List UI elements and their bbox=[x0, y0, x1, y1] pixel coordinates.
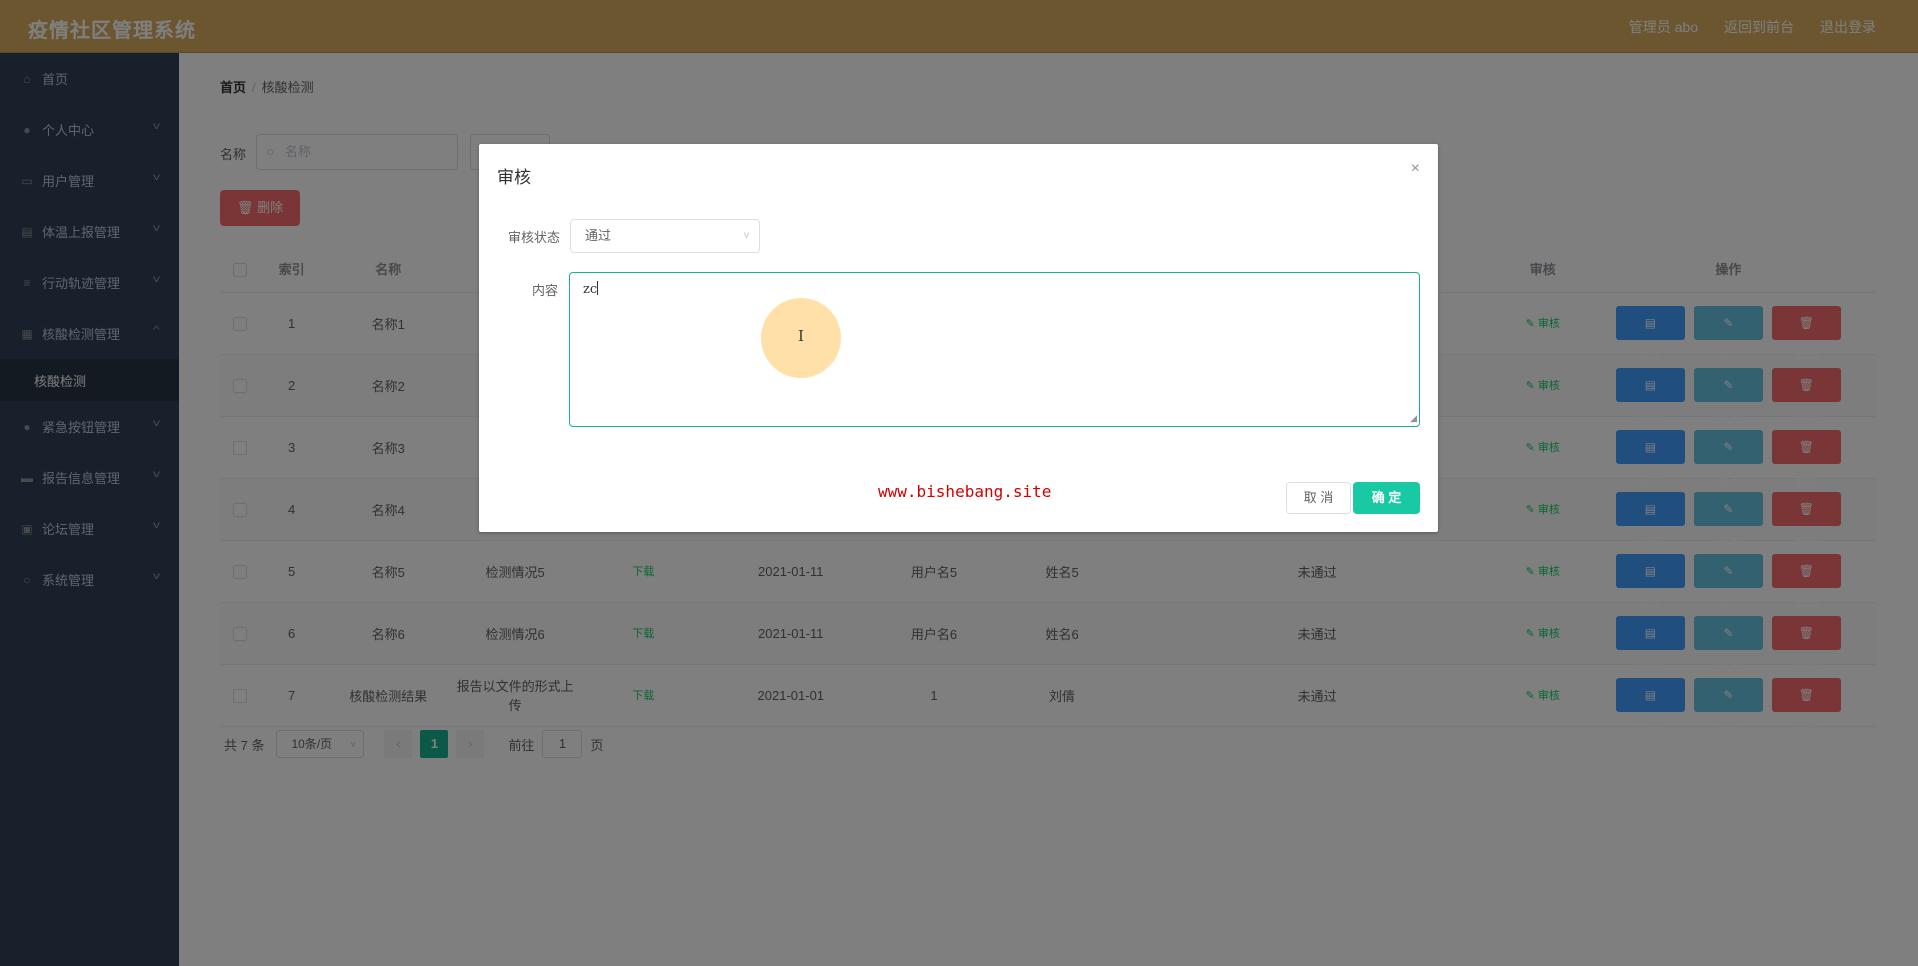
resize-handle-icon[interactable]: ◢ bbox=[1410, 414, 1417, 424]
text-caret bbox=[597, 281, 599, 295]
audit-status-select[interactable]: 通过 v bbox=[570, 219, 760, 253]
content-label: 内容 bbox=[532, 283, 559, 298]
audit-status-value: 通过 bbox=[585, 228, 612, 243]
dialog-title: 审核 bbox=[497, 168, 531, 187]
content-value: zc bbox=[583, 282, 598, 297]
close-icon[interactable]: × bbox=[1411, 160, 1420, 178]
content-textarea[interactable]: zc ◢ bbox=[569, 272, 1420, 427]
text-cursor-icon: I bbox=[798, 327, 804, 345]
audit-status-label: 审核状态 bbox=[508, 230, 561, 245]
cancel-button[interactable]: 取 消 bbox=[1286, 482, 1351, 514]
chevron-down-icon: v bbox=[744, 230, 749, 241]
confirm-button[interactable]: 确 定 bbox=[1353, 482, 1420, 514]
audit-dialog: 审核 × 审核状态 通过 v 内容 zc ◢ www.bishebang.sit… bbox=[479, 144, 1438, 532]
watermark-text: www.bishebang.site bbox=[878, 482, 1052, 501]
